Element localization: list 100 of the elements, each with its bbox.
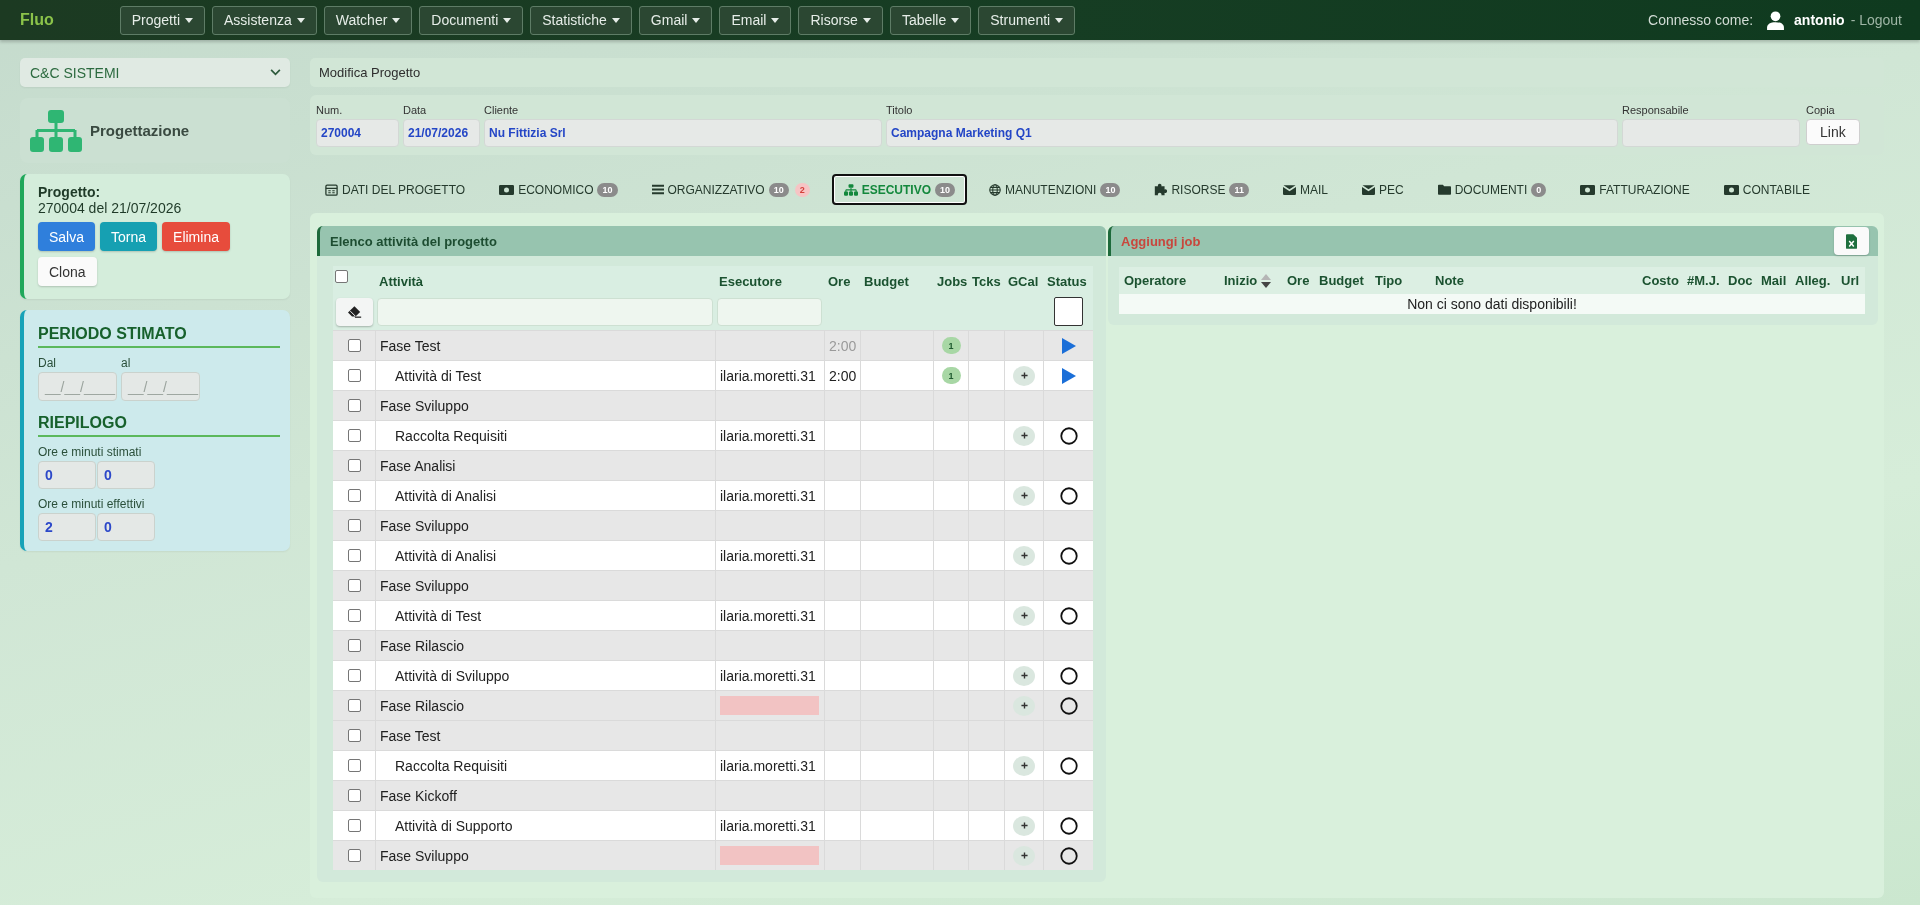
tab[interactable]: DATI DEL PROGETTO — [313, 174, 478, 205]
count-badge: 1 — [941, 337, 961, 354]
row-checkbox[interactable] — [347, 399, 361, 412]
add-calendar-button[interactable] — [1013, 365, 1035, 386]
row-checkbox[interactable] — [347, 549, 361, 562]
row-checkbox[interactable] — [347, 459, 361, 472]
menu-button[interactable]: Gmail — [638, 5, 713, 35]
envelope-icon — [1282, 184, 1296, 195]
count-badge: 11 — [1229, 182, 1249, 197]
caret-icon — [951, 17, 960, 23]
add-calendar-button[interactable] — [1013, 485, 1035, 506]
column-header: Tcks — [971, 274, 1002, 291]
menu-button[interactable]: Documenti — [419, 5, 524, 35]
export-button[interactable] — [1834, 227, 1869, 255]
number-field[interactable]: 0 — [97, 461, 155, 489]
column-header: Alleg. — [1794, 273, 1832, 288]
add-calendar-button[interactable] — [1013, 545, 1035, 566]
sitemap-icon — [30, 109, 82, 152]
filter-field[interactable] — [717, 297, 822, 326]
clone-button[interactable]: Clona — [38, 257, 97, 286]
row-checkbox[interactable] — [347, 639, 361, 652]
company-select[interactable]: C&C SISTEMI — [20, 58, 290, 87]
count-badge: 1 — [941, 367, 961, 384]
table-cell: Fase Sviluppo — [375, 841, 715, 870]
tab[interactable]: MAIL — [1270, 174, 1340, 205]
row-checkbox[interactable] — [347, 819, 361, 832]
column-header: Url — [1840, 273, 1861, 288]
number-field[interactable]: 0 — [97, 513, 155, 541]
link-button[interactable]: Link — [1806, 119, 1860, 145]
number-field[interactable]: 2 — [38, 513, 96, 541]
row-checkbox[interactable] — [347, 759, 361, 772]
menu-button[interactable]: Email — [719, 5, 792, 35]
panel-header: Elenco attività del progetto — [317, 226, 1106, 256]
tab[interactable]: ECONOMICO 10 — [487, 174, 630, 205]
add-calendar-button[interactable] — [1013, 605, 1035, 626]
select-all-checkbox[interactable] — [335, 270, 348, 283]
empty-message: Non ci sono dati disponibili! — [1119, 294, 1865, 314]
text-field[interactable]: Campagna Marketing Q1 — [886, 119, 1618, 147]
row-checkbox[interactable] — [347, 849, 361, 862]
row-checkbox[interactable] — [347, 609, 361, 622]
text-field[interactable]: Nu Fittizia Srl — [484, 119, 882, 147]
banknote-icon — [1580, 184, 1596, 195]
menu-button[interactable]: Progetti — [119, 5, 205, 35]
text-field[interactable]: 21/07/2026 — [403, 119, 480, 147]
caret-icon — [862, 17, 871, 23]
tab[interactable]: MANUTENZIONI 10 — [977, 174, 1133, 205]
plus-icon — [1020, 852, 1028, 859]
row-checkbox[interactable] — [347, 429, 361, 442]
tab[interactable]: RISORSE 11 — [1142, 174, 1261, 205]
panel-title: Aggiungi job — [1121, 233, 1201, 249]
tab[interactable]: FATTURAZIONE — [1568, 174, 1702, 205]
username: antonio — [1794, 12, 1845, 28]
menu-button[interactable]: Statistiche — [530, 5, 632, 35]
column-header: Budget — [863, 274, 910, 291]
menu-button[interactable]: Assistenza — [212, 5, 317, 35]
status-filter-field[interactable] — [1053, 297, 1083, 326]
tab[interactable]: CONTABILE — [1711, 174, 1822, 205]
row-checkbox[interactable] — [347, 669, 361, 682]
menu-button[interactable]: Tabelle — [889, 5, 972, 35]
tab[interactable]: ORGANIZZATIVO 10 2 — [639, 174, 822, 205]
filter-field[interactable] — [377, 297, 713, 326]
row-checkbox[interactable] — [347, 489, 361, 502]
column-header: Jobs — [936, 274, 968, 291]
row-checkbox[interactable] — [347, 789, 361, 802]
add-calendar-button[interactable] — [1013, 695, 1035, 716]
column-header: Ore — [1286, 273, 1311, 288]
add-calendar-button[interactable] — [1013, 425, 1035, 446]
field-label: Ore e minuti effettivi — [38, 497, 146, 511]
row-checkbox[interactable] — [347, 699, 361, 712]
add-calendar-button[interactable] — [1013, 815, 1035, 836]
save-button[interactable]: Salva — [38, 222, 96, 251]
tab[interactable]: PEC — [1349, 174, 1416, 205]
row-checkbox[interactable] — [347, 579, 361, 592]
number-field[interactable]: 0 — [38, 461, 96, 489]
banknote-icon — [1723, 184, 1739, 195]
row-checkbox[interactable] — [347, 519, 361, 532]
tab[interactable]: DOCUMENTI 0 — [1425, 174, 1559, 205]
add-calendar-button[interactable] — [1013, 845, 1035, 866]
delete-button[interactable]: Elimina — [162, 222, 230, 251]
brand-name[interactable]: Fluo — [20, 11, 54, 29]
text-field[interactable]: 270004 — [316, 119, 399, 147]
count-badge: 10 — [597, 182, 618, 197]
row-checkbox[interactable] — [347, 369, 361, 382]
logout-link[interactable]: - Logout — [1850, 12, 1902, 28]
add-calendar-button[interactable] — [1013, 665, 1035, 686]
row-checkbox[interactable] — [347, 729, 361, 742]
menu-button[interactable]: Watcher — [323, 5, 413, 35]
plus-icon — [1020, 612, 1028, 619]
menu-button[interactable]: Risorse — [798, 5, 883, 35]
alert-badge: 2 — [794, 182, 810, 197]
chevron-icon — [270, 69, 281, 76]
menu-button[interactable]: Strumenti — [978, 5, 1076, 35]
puzzle-icon — [1154, 183, 1168, 196]
field-label: al — [121, 356, 132, 370]
column-header[interactable]: Inizio — [1219, 273, 1282, 288]
field-label: Num. — [316, 104, 344, 117]
row-checkbox[interactable] — [347, 339, 361, 352]
add-calendar-button[interactable] — [1013, 755, 1035, 776]
clear-filters-button[interactable] — [336, 297, 373, 326]
folder-icon — [1437, 184, 1451, 195]
